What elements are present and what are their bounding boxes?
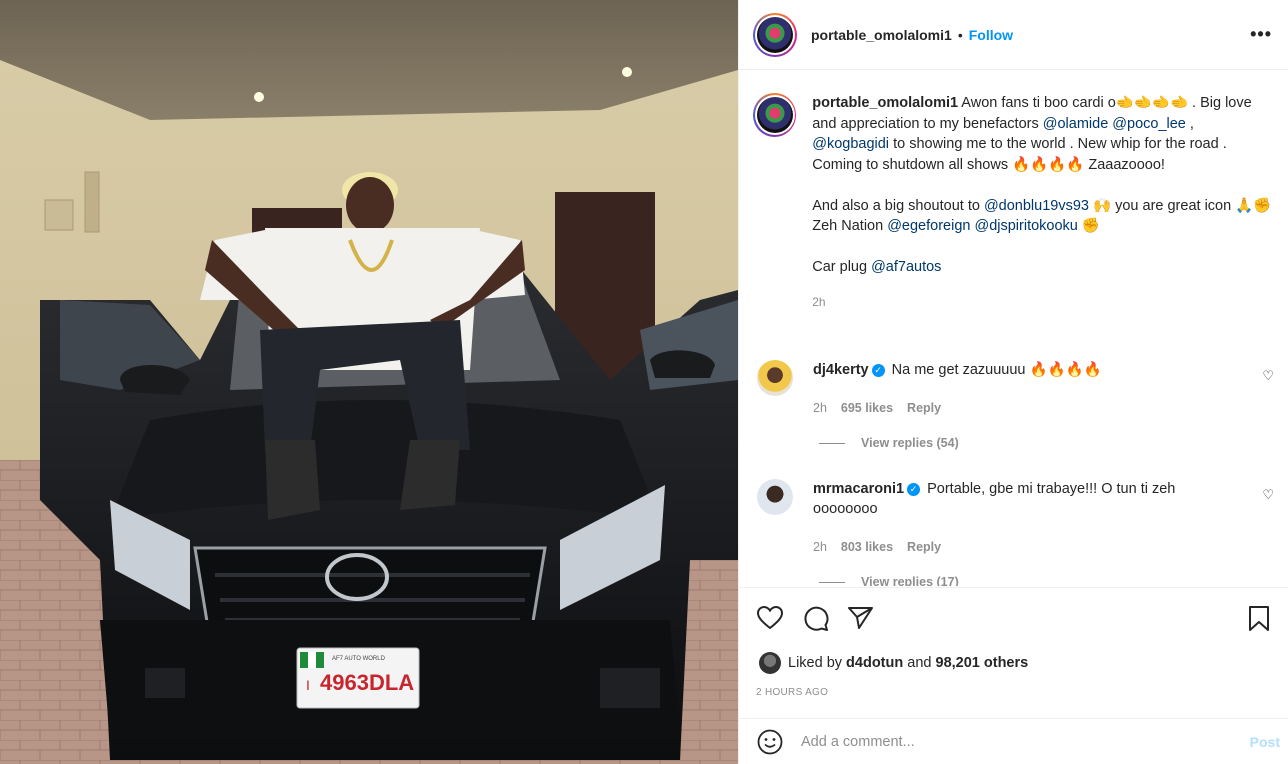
caption-text-segment: Zeh Nation xyxy=(812,218,888,234)
reply-button[interactable]: Reply xyxy=(907,398,941,418)
mention-link[interactable]: @af7autos xyxy=(871,259,941,275)
liker-username[interactable]: d4dotun xyxy=(846,655,903,671)
post-actions: Liked by d4dotun and 98,201 others 2 HOU… xyxy=(739,587,1288,717)
mention-link[interactable]: @kogbagidi xyxy=(812,136,889,152)
caption-avatar[interactable] xyxy=(753,93,797,137)
caption-paragraph-3: Zeh Nation @egeforeign @djspiritokooku ✊ xyxy=(812,216,1274,237)
replies-divider-line xyxy=(819,581,845,583)
comment-time[interactable]: 2h xyxy=(813,398,827,418)
bookmark-icon[interactable] xyxy=(1248,606,1270,635)
caption-text-segment: ✊ xyxy=(1077,218,1100,234)
share-icon[interactable] xyxy=(848,606,874,633)
view-replies-label: View replies (54) xyxy=(861,436,959,450)
post-header: portable_omolalomi1 • Follow ••• xyxy=(739,0,1288,70)
post-timestamp[interactable]: 2 HOURS AGO xyxy=(756,687,828,698)
separator-dot: • xyxy=(957,26,963,43)
comment-meta: 2h 695 likes Reply xyxy=(813,398,1233,418)
comment-like-heart-icon[interactable]: ♡ xyxy=(1262,368,1274,384)
more-icon[interactable]: ••• xyxy=(1250,24,1272,45)
caption-text-segment: And also a big shoutout to xyxy=(812,197,984,214)
liked-by-prefix: Liked by xyxy=(788,655,843,671)
comment-item: dj4kerty ✓ Na me get zazuuuuu 🔥🔥🔥🔥 2h 695… xyxy=(757,360,1278,418)
post-detail-panel: portable_omolalomi1 • Follow ••• portabl… xyxy=(738,0,1288,764)
commenter-avatar[interactable] xyxy=(757,479,793,515)
caption-paragraph-4: Car plug @af7autos xyxy=(812,257,1274,278)
view-replies-label: View replies (17) xyxy=(861,575,959,586)
view-replies-button[interactable]: View replies (17) xyxy=(819,575,959,586)
plate-number: 4963DLA xyxy=(320,670,414,695)
mention-link[interactable]: @poco_lee xyxy=(1112,116,1186,132)
caption-paragraph-2: And also a big shoutout to @donblu19vs93… xyxy=(812,196,1274,217)
comment-body: mrmacaroni1 ✓ Portable, gbe mi trabaye!!!… xyxy=(813,479,1233,557)
caption-text-segment: 🙌 you are great icon 🙏✊ xyxy=(1088,197,1272,214)
post-photo[interactable]: 4963DLA I AF7 AUTO WORLD xyxy=(0,0,738,764)
verified-badge-icon: ✓ xyxy=(871,363,885,377)
caption-username[interactable]: portable_omolalomi1 xyxy=(812,95,958,111)
heart-icon[interactable] xyxy=(756,605,784,633)
commenter-avatar[interactable] xyxy=(757,360,793,396)
mention-link[interactable]: @olamide xyxy=(1043,116,1109,132)
follow-button[interactable]: Follow xyxy=(969,27,1013,43)
comment-like-heart-icon[interactable]: ♡ xyxy=(1262,487,1274,503)
comment-time[interactable]: 2h xyxy=(813,537,827,557)
post-photo-illustration: 4963DLA I AF7 AUTO WORLD xyxy=(0,0,738,764)
post-caption: portable_omolalomi1 Awon fans ti boo car… xyxy=(753,93,1274,312)
likes-count[interactable]: 98,201 others xyxy=(936,655,1029,671)
caption-text-segment: Car plug xyxy=(812,259,872,275)
liked-by: Liked by d4dotun and 98,201 others xyxy=(759,652,1028,674)
plate-prefix: I xyxy=(306,677,310,693)
comment-body: dj4kerty ✓ Na me get zazuuuuu 🔥🔥🔥🔥 2h 695… xyxy=(813,360,1233,418)
comment-meta: 2h 803 likes Reply xyxy=(813,537,1233,557)
author-username[interactable]: portable_omolalomi1 xyxy=(811,27,952,43)
comment-input[interactable] xyxy=(801,733,1231,750)
caption-time[interactable]: 2h xyxy=(812,292,1274,313)
smiley-icon[interactable] xyxy=(757,729,783,758)
author-avatar-image xyxy=(757,16,793,53)
caption-avatar-inner xyxy=(754,95,795,135)
liker-avatar[interactable] xyxy=(759,652,781,674)
view-replies-button[interactable]: View replies (54) xyxy=(819,436,959,450)
reply-button[interactable]: Reply xyxy=(907,537,941,557)
plate-dealer: AF7 AUTO WORLD xyxy=(332,656,386,662)
replies-divider-line xyxy=(819,442,845,444)
caption-text: portable_omolalomi1 Awon fans ti boo car… xyxy=(812,93,1274,312)
comment-likes[interactable]: 803 likes xyxy=(841,537,893,557)
caption-avatar-image xyxy=(756,97,793,133)
commenter-username[interactable]: dj4kerty xyxy=(813,362,869,378)
author-avatar-inner xyxy=(755,14,795,55)
add-comment-bar: Post xyxy=(739,718,1288,764)
commenter-username[interactable]: mrmacaroni1 xyxy=(813,481,904,497)
author-avatar[interactable] xyxy=(753,12,797,57)
mention-link[interactable]: @donblu19vs93 xyxy=(984,198,1089,214)
comment-icon[interactable] xyxy=(803,606,829,635)
liked-by-middle: and xyxy=(907,655,932,671)
comment-item: mrmacaroni1 ✓ Portable, gbe mi trabaye!!!… xyxy=(757,479,1278,557)
mention-link[interactable]: @egeforeign xyxy=(887,218,970,234)
comment-likes[interactable]: 695 likes xyxy=(841,398,893,418)
caption-paragraph-1: portable_omolalomi1 Awon fans ti boo car… xyxy=(812,93,1274,175)
verified-badge-icon: ✓ xyxy=(907,482,921,496)
comment-text: Na me get zazuuuuu 🔥🔥🔥🔥 xyxy=(891,362,1102,378)
comments-scroll-area[interactable]: portable_omolalomi1 Awon fans ti boo car… xyxy=(739,71,1288,586)
mention-link[interactable]: @djspiritokooku xyxy=(974,218,1077,234)
post-comment-button[interactable]: Post xyxy=(1250,734,1280,750)
caption-text-segment: , xyxy=(1185,115,1194,132)
